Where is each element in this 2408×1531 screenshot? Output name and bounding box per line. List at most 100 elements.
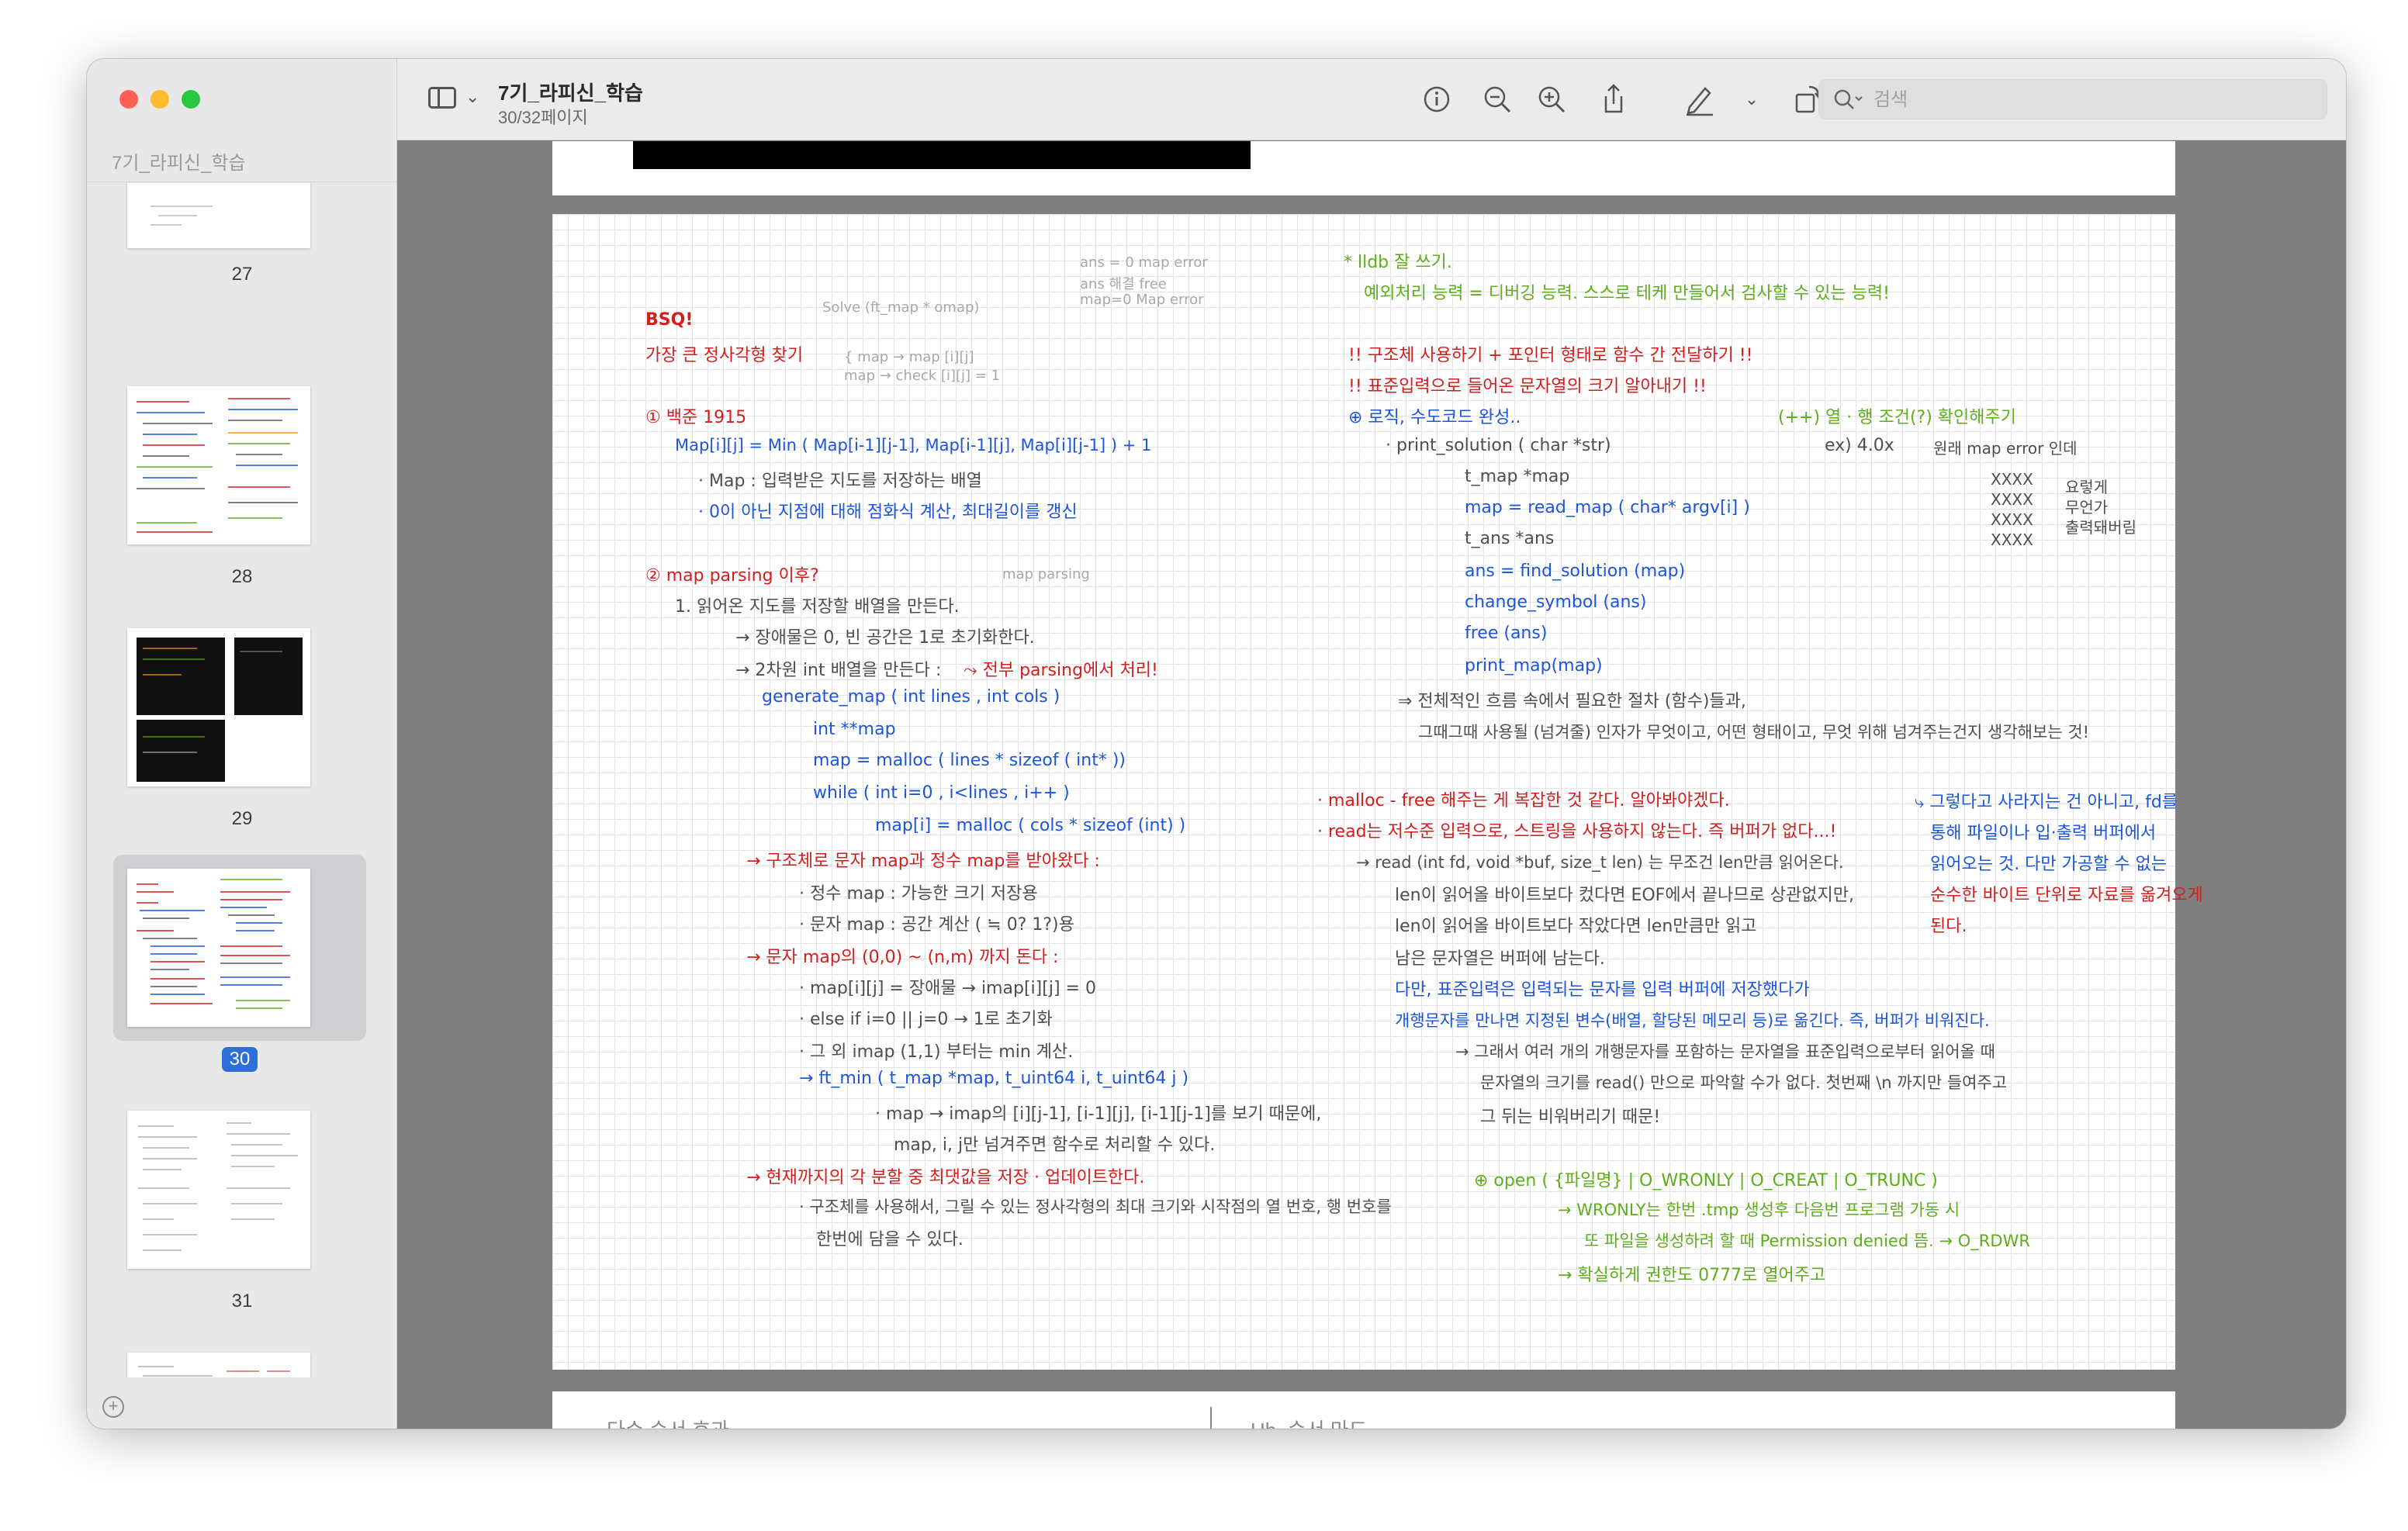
- zoom-in-icon[interactable]: [1534, 82, 1569, 116]
- sketch-note: map parsing: [1002, 566, 1090, 582]
- note-text: → 구조체로 문자 map과 정수 map를 받아왔다 :: [746, 852, 1100, 871]
- note-text: * lldb 잘 쓰기.: [1344, 253, 1452, 272]
- sketch-note: { map → map [i][j]: [844, 349, 974, 365]
- thumbnail-list[interactable]: 27 28 29 30 31: [87, 183, 397, 1377]
- note-text: map = malloc ( lines * sizeof ( int* )): [813, 751, 1126, 770]
- note-text: !! 표준입력으로 들어온 문자열의 크기 알아내기 !!: [1348, 377, 1707, 396]
- note-text: 읽어오는 것. 다만 가공할 수 없는: [1930, 855, 2168, 874]
- note-text: XXXX: [1991, 490, 2033, 509]
- zoom-window-button[interactable]: [182, 90, 200, 109]
- note-text: ⤷ 그렇다고 사라지는 건 아니고, fd를: [1915, 793, 2178, 812]
- note-text: t_ans *ans: [1465, 529, 1555, 548]
- page-thumbnail-30[interactable]: [127, 869, 310, 1027]
- chevron-down-icon[interactable]: ⌄: [1735, 82, 1769, 116]
- note-text: 다만, 표준입력은 입력되는 문자를 입력 버퍼에 저장했다가: [1395, 980, 1810, 1000]
- note-text: int **map: [813, 720, 896, 739]
- thumbnail-label: 28: [231, 566, 253, 587]
- note-text: t_map *map: [1465, 467, 1570, 486]
- sidebar-toggle-icon[interactable]: [428, 87, 456, 109]
- note-text: 된다.: [1930, 917, 1967, 936]
- note-text: ex) 4.0x: [1825, 436, 1894, 455]
- note-text: len이 읽어올 바이트보다 컸다면 EOF에서 끝나므로 상관없지만,: [1395, 886, 1854, 905]
- sketch-note: map=0 Map error: [1080, 292, 1204, 308]
- note-text: map = read_map ( char* argv[i] ): [1465, 498, 1750, 517]
- sketch-note: Solve (ft_map * omap): [822, 299, 980, 316]
- note-text: !! 구조체 사용하기 + 포인터 형태로 함수 간 전달하기 !!: [1348, 346, 1753, 365]
- document-title: 7기_라피신_학습: [498, 81, 643, 105]
- search-icon: [1833, 88, 1864, 118]
- note-text: 그때그때 사용될 (넘겨줄) 인자가 무엇이고, 어떤 형태이고, 무엇 위해 …: [1418, 723, 2090, 741]
- sketch-note: map → check [i][j] = 1: [844, 368, 1001, 384]
- note-text: → 장애물은 0, 빈 공간은 1로 초기화한다.: [735, 628, 1035, 648]
- note-text: · else if i=0 || j=0 → 1로 초기화: [799, 1010, 1053, 1029]
- note-text: → WRONLY는 한번 .tmp 생성후 다음번 프로그램 가동 시: [1558, 1201, 1960, 1219]
- sketch-note: ans = 0 map error: [1080, 254, 1208, 271]
- note-text: free (ans): [1465, 624, 1548, 643]
- note-text: 개행문자를 만나면 지정된 변수(배열, 할당된 메모리 등)로 옮긴다. 즉,…: [1395, 1011, 1990, 1030]
- search-input[interactable]: [1873, 86, 2308, 114]
- note-text: → 2차원 int 배열을 만든다 :: [735, 661, 942, 680]
- note-text: 통해 파일이나 입·출력 버퍼에서: [1930, 824, 2157, 843]
- note-text: 한번에 담을 수 있다.: [816, 1230, 964, 1249]
- info-icon[interactable]: [1420, 82, 1454, 116]
- page-thumbnail-31[interactable]: [127, 1111, 310, 1269]
- note-text: 남은 문자열은 버퍼에 남는다.: [1395, 949, 1605, 969]
- note-text: 무언가: [2065, 498, 2109, 517]
- note-text: · print_solution ( char *str): [1386, 436, 1611, 455]
- share-icon[interactable]: [1597, 82, 1631, 116]
- note-text: ⊕ 로직, 수도코드 완성..: [1348, 408, 1521, 427]
- note-text: · malloc - free 해주는 게 복잡한 것 같다. 알아봐야겠다.: [1317, 791, 1730, 810]
- note-text: 원래 map error 인데: [1933, 439, 2078, 458]
- note-text: → read (int fd, void *buf, size_t len) 는…: [1356, 853, 1844, 872]
- note-text: map[i] = malloc ( cols * sizeof (int) ): [875, 816, 1186, 835]
- sketch-note: ans 해결 free: [1080, 276, 1167, 292]
- note-text: 또 파일을 생성하려 할 때 Permission denied 뜸. → O_…: [1584, 1232, 2030, 1250]
- note-text: → 문자 map의 (0,0) ~ (n,m) 까지 돈다 :: [746, 948, 1059, 967]
- note-text: · 구조체를 사용해서, 그릴 수 있는 정사각형의 최대 크기와 시작점의 열…: [799, 1197, 1392, 1216]
- note-text: print_map(map): [1465, 656, 1603, 676]
- sidebar: 7기_라피신_학습 27 28 29 30 31 +: [87, 59, 397, 1429]
- next-page-text: Hb, 순서 마드,: [1251, 1415, 1373, 1429]
- note-text: → ft_min ( t_map *map, t_uint64 i, t_uin…: [799, 1069, 1189, 1088]
- thumbnail-label: 29: [231, 808, 253, 829]
- page-thumbnail-28[interactable]: [127, 386, 310, 544]
- sidebar-options-chevron-icon[interactable]: ⌄: [465, 87, 479, 107]
- note-text: · 정수 map : 가능한 크기 저장용: [799, 884, 1038, 904]
- note-text: → 현재까지의 각 분할 중 최댓값을 저장 · 업데이트한다.: [746, 1168, 1145, 1187]
- note-text: ans = find_solution (map): [1465, 562, 1686, 581]
- thumbnail-label: 31: [231, 1291, 253, 1312]
- code-screenshot: [633, 141, 1251, 169]
- note-text: map, i, j만 넘겨주면 함수로 처리할 수 있다.: [894, 1135, 1216, 1155]
- search-field[interactable]: [1818, 79, 2327, 119]
- note-text: · map → imap의 [i][j-1], [i-1][j], [i-1][…: [875, 1104, 1322, 1124]
- note-text: · Map : 입력받은 지도를 저장하는 배열: [698, 472, 982, 491]
- page-thumbnail-29[interactable]: [127, 628, 310, 786]
- page-thumbnail-32[interactable]: [127, 1353, 310, 1377]
- close-window-button[interactable]: [119, 90, 138, 109]
- note-text: 문자열의 크기를 read() 만으로 파악할 수가 없다. 첫번째 \n 까지…: [1480, 1073, 2008, 1092]
- note-text: 출력돼버림: [2065, 518, 2136, 537]
- document-view[interactable]: ans = 0 map error ans 해결 free map=0 Map …: [397, 141, 2346, 1429]
- note-text: 그 뒤는 비워버리기 때문!: [1480, 1108, 1661, 1127]
- note-text: 요렇게: [2065, 478, 2109, 496]
- note-text: 1. 읽어온 지도를 저장할 배열을 만든다.: [675, 597, 960, 617]
- note-text: · 그 외 imap (1,1) 부터는 min 계산.: [799, 1042, 1074, 1062]
- note-text: 가장 큰 정사각형 찾기: [645, 346, 804, 365]
- notes-page-30: ans = 0 map error ans 해결 free map=0 Map …: [552, 214, 2203, 1370]
- note-text: generate_map ( int lines , int cols ): [762, 687, 1060, 707]
- markup-pen-icon[interactable]: [1682, 82, 1716, 116]
- note-text: BSQ!: [645, 310, 694, 330]
- note-text: · 0이 아닌 지점에 대해 점화식 계산, 최대길이를 갱신: [698, 503, 1078, 522]
- add-page-button[interactable]: +: [102, 1396, 124, 1418]
- note-text: Map[i][j] = Min ( Map[i-1][j-1], Map[i-1…: [675, 436, 1152, 454]
- zoom-out-icon[interactable]: [1480, 82, 1514, 116]
- minimize-window-button[interactable]: [150, 90, 169, 109]
- next-page-top: 다수 순서 효과 Hb, 순서 마드,: [552, 1391, 2175, 1429]
- note-text: ① 백준 1915: [645, 408, 747, 427]
- preview-window: 7기_라피신_학습 27 28 29 30 31 + ⌄ 7기_라피신_학습 3…: [87, 59, 2346, 1429]
- page-thumbnail-27[interactable]: [127, 183, 310, 248]
- page-indicator: 30/32페이지: [498, 108, 588, 127]
- note-text: 순수한 바이트 단위로 자료를 옮겨오게: [1930, 886, 2203, 905]
- window-controls: [119, 90, 200, 109]
- note-text: ⊕ open ( {파일명} | O_WRONLY | O_CREAT | O_…: [1474, 1171, 1938, 1191]
